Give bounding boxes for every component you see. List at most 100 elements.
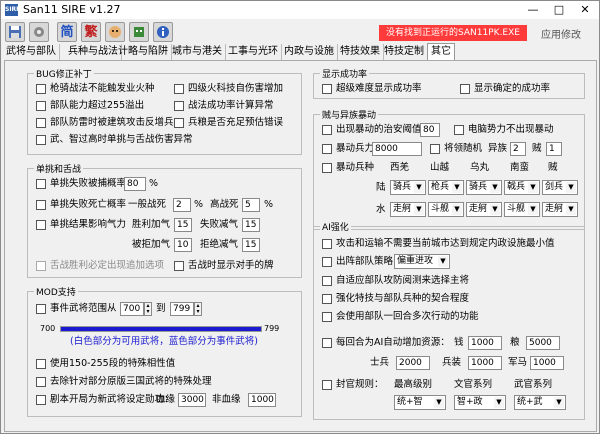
tab-skill-effects[interactable]: 特技效果 (337, 44, 384, 60)
bug-fix-checkbox-1[interactable] (36, 84, 46, 94)
ai-monthly-label: 每回合为AI自动增加资源： (336, 337, 450, 348)
simplified-button[interactable]: 简 (57, 22, 77, 42)
debate-extra-label: 舌战胜利必定出现追加选项 (50, 260, 165, 271)
mask-icon[interactable] (129, 22, 149, 42)
food-input[interactable]: 5000 (526, 336, 560, 350)
col-shanyue: 山越 (430, 162, 450, 173)
range-from-spinner[interactable]: ▴ ▾ (144, 302, 152, 316)
weapon-label: 兵装 (442, 357, 462, 368)
range-to-input[interactable]: 799 (170, 302, 194, 316)
lose-input[interactable]: 15 (242, 218, 260, 232)
apply-button[interactable]: 应用修改 (541, 26, 581, 41)
super-rate-checkbox[interactable] (322, 84, 332, 94)
riot-threshold-checkbox[interactable] (322, 125, 332, 135)
riot-force-checkbox[interactable] (322, 144, 332, 154)
land-nanman-select[interactable]: 戟兵 ▼ (504, 180, 540, 195)
riot-threshold-input[interactable]: 80 (420, 123, 440, 137)
event-range-checkbox[interactable] (36, 304, 46, 314)
no-ai-riot-checkbox[interactable] (454, 125, 464, 135)
tab-cities[interactable]: 城市与港关 (169, 44, 226, 60)
horse-input[interactable]: 1000 (530, 356, 564, 370)
debate-cards-checkbox[interactable] (174, 261, 184, 271)
blood-input[interactable]: 3000 (178, 393, 206, 407)
event-range-bar[interactable] (60, 326, 262, 332)
mod-item1-checkbox[interactable] (36, 359, 46, 369)
sure-rate-checkbox[interactable] (460, 84, 470, 94)
debate-extra-checkbox[interactable] (36, 261, 46, 271)
high-death-input[interactable]: 5 (242, 198, 260, 212)
nonblood-label: 非血缘 (212, 394, 241, 405)
death-checkbox[interactable] (36, 200, 46, 210)
water-shanyue-select[interactable]: 斗舰 ▼ (428, 202, 464, 217)
riot-threshold-label: 出现暴动的治安阈值 (336, 124, 422, 135)
bug-fix-checkbox-3[interactable] (36, 101, 46, 111)
ai-item2-checkbox[interactable] (322, 257, 332, 267)
super-rate-label: 超级难度显示成功率 (336, 83, 422, 94)
ai-item1-checkbox[interactable] (322, 239, 332, 249)
tab-internal[interactable]: 内政与设施 (281, 44, 338, 60)
duel-title: 单挑和舌战 (34, 162, 84, 175)
bug-fix-checkbox-6[interactable] (174, 118, 184, 128)
capture-input[interactable]: 80 (124, 177, 146, 191)
traditional-button[interactable]: 繁 (81, 22, 101, 42)
ai-monthly-checkbox[interactable] (322, 338, 332, 348)
water-xiqiang-select[interactable]: 走舸 ▼ (390, 202, 426, 217)
money-input[interactable]: 1000 (468, 336, 502, 350)
tribe-input[interactable]: 2 (510, 142, 526, 156)
result-checkbox[interactable] (36, 220, 46, 230)
maximize-button[interactable]: □ (546, 2, 572, 18)
water-thief-select[interactable]: 走舸 ▼ (542, 202, 578, 217)
random-lead-checkbox[interactable] (430, 144, 440, 154)
ai-item4-checkbox[interactable] (322, 294, 332, 304)
refuse-sub-input[interactable]: 15 (242, 238, 260, 252)
riot-kinds-checkbox[interactable] (322, 163, 332, 173)
mod-item3-checkbox[interactable] (36, 395, 46, 405)
close-button[interactable]: ✕ (572, 2, 598, 18)
ai-item3-checkbox[interactable] (322, 276, 332, 286)
tab-works[interactable]: 工事与光环 (225, 44, 282, 60)
tab-other[interactable]: 其它 (427, 43, 455, 61)
event-range-bar-fill (61, 327, 261, 331)
settings-icon[interactable] (29, 22, 49, 42)
win-input[interactable]: 15 (174, 218, 192, 232)
rank-col2-select[interactable]: 智+政 ▼ (454, 395, 506, 410)
land-thief-select[interactable]: 剑兵 ▼ (542, 180, 578, 195)
land-xiqiang-select[interactable]: 骑兵 ▼ (390, 180, 426, 195)
water-wuwan-select[interactable]: 走舸 ▼ (466, 202, 502, 217)
ai-strategy-select[interactable]: 偏重进攻 ▼ (394, 254, 450, 269)
riot-title: 贼与异族暴动 (320, 108, 379, 121)
save-icon[interactable] (5, 22, 25, 42)
rank-col3-select[interactable]: 统+武 ▼ (514, 395, 566, 410)
rank-checkbox[interactable] (322, 380, 332, 390)
weapon-input[interactable]: 1000 (468, 356, 502, 370)
mod-item2-checkbox[interactable] (36, 377, 46, 387)
rank-col1-select[interactable]: 统+智 ▼ (394, 395, 446, 410)
soldier-input[interactable]: 2000 (396, 356, 430, 370)
mod-group: MOD支持 事件武将范围从 700 ▴ ▾ 到 799 ▴ ▾ 700 799 (白… (27, 285, 302, 417)
land-wuwan-select[interactable]: 骑兵 ▼ (466, 180, 502, 195)
tab-units[interactable]: 兵种与战法 (65, 44, 122, 60)
tab-skill-custom[interactable]: 特技定制 (381, 44, 428, 60)
riot-force-input[interactable]: 8000 (372, 142, 422, 156)
range-from-input[interactable]: 700 (120, 302, 144, 316)
thief-input[interactable]: 1 (546, 142, 562, 156)
face-icon[interactable] (105, 22, 125, 42)
rank-col2-label: 文官系列 (454, 379, 493, 390)
duel-group: 单挑和舌战 单挑失败被捕概率 80 % 单挑失败死亡概率 一般战死 2 % 高战… (27, 162, 302, 278)
water-nanman-select[interactable]: 斗舰 ▼ (504, 202, 540, 217)
bug-fix-checkbox-7[interactable] (36, 135, 46, 145)
bug-fix-checkbox-2[interactable] (174, 84, 184, 94)
bug-fix-checkbox-5[interactable] (36, 118, 46, 128)
normal-death-input[interactable]: 2 (173, 198, 191, 212)
range-to-spinner[interactable]: ▴ ▾ (194, 302, 202, 316)
capture-checkbox[interactable] (36, 179, 46, 189)
bug-fix-checkbox-4[interactable] (174, 101, 184, 111)
info-icon[interactable] (153, 22, 173, 42)
refuse-add-input[interactable]: 10 (174, 238, 192, 252)
tab-tactics[interactable]: 计略与陷阱 (115, 44, 172, 60)
tab-officers[interactable]: 武将与部队 (3, 44, 60, 60)
ai-item5-checkbox[interactable] (322, 312, 332, 322)
minimize-button[interactable]: — (520, 2, 546, 18)
land-shanyue-select[interactable]: 枪兵 ▼ (428, 180, 464, 195)
nonblood-input[interactable]: 1000 (248, 393, 276, 407)
